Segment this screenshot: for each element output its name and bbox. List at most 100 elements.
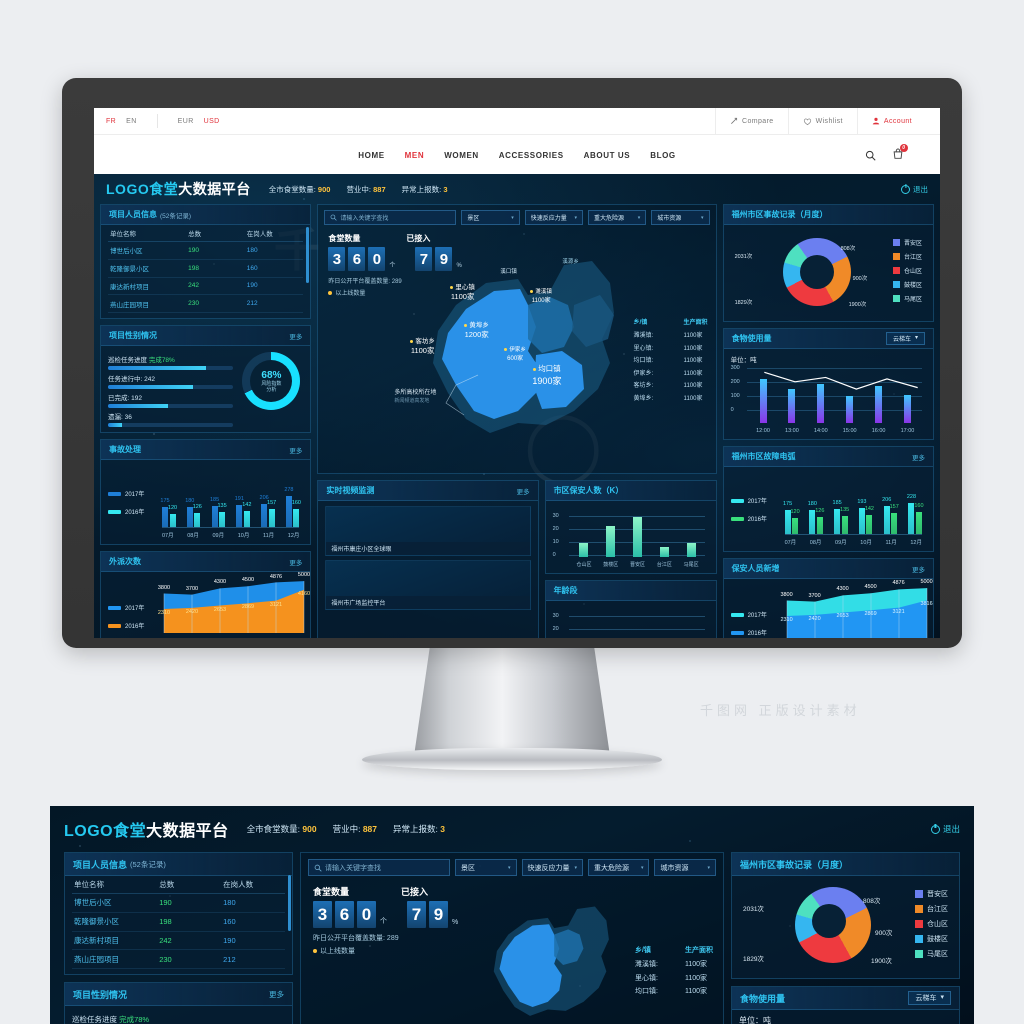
- nav-about-us[interactable]: ABOUT US: [584, 151, 631, 160]
- vehicle-dropdown[interactable]: 云梯车 ▾: [908, 991, 951, 1005]
- bar[interactable]: [686, 543, 696, 557]
- legend-item[interactable]: 仓山区: [892, 266, 922, 275]
- bar[interactable]: 206: [260, 495, 269, 528]
- strip-logout-button[interactable]: 退出: [930, 823, 960, 835]
- table-scrollbar[interactable]: [288, 875, 292, 931]
- filter-hazard[interactable]: 重大危险源 ▾: [588, 859, 650, 876]
- more-link[interactable]: 更多: [289, 331, 302, 341]
- y-tick: 20: [552, 626, 559, 632]
- logout-button[interactable]: 退出: [901, 184, 928, 195]
- filter-scenic[interactable]: 景区 ▾: [461, 210, 520, 225]
- search-input[interactable]: 请输入关键字查找: [308, 859, 451, 876]
- legend-item[interactable]: 晋安区: [892, 238, 922, 247]
- bar[interactable]: 157: [890, 504, 899, 534]
- lang-en[interactable]: EN: [126, 118, 137, 125]
- card-body: 单位名称 总数 在岗人数 博世后小区 190 180 乾隆御景小区 198 160 康达新村…: [65, 876, 292, 974]
- legend-item[interactable]: 鼓楼区: [892, 280, 922, 289]
- bar[interactable]: 126: [193, 504, 202, 528]
- x-tick: 仓山区: [576, 562, 592, 568]
- more-link[interactable]: 更多: [517, 486, 530, 496]
- card-header: 福州市区事故记录（月度）: [731, 853, 959, 876]
- more-link[interactable]: 更多: [912, 452, 925, 462]
- currency-eur[interactable]: EUR: [178, 118, 194, 125]
- strip-region-map[interactable]: [451, 895, 651, 1024]
- bar[interactable]: 135: [217, 503, 227, 528]
- bar[interactable]: 142: [865, 506, 874, 534]
- bar[interactable]: 142: [242, 502, 251, 528]
- nav-women[interactable]: WOMEN: [444, 151, 479, 160]
- bar[interactable]: [606, 525, 616, 557]
- video-feed[interactable]: 福州市康庄小区全球眼: [325, 506, 531, 556]
- legend-item[interactable]: 台江区: [892, 252, 922, 261]
- more-link[interactable]: 更多: [269, 989, 284, 1000]
- cart-button[interactable]: 0: [892, 144, 908, 162]
- chart-unit-label: 单位：吨: [730, 357, 757, 364]
- bar[interactable]: 206: [882, 497, 891, 534]
- nav-accessories[interactable]: ACCESSORIES: [499, 151, 564, 160]
- card-body: 单位：吨: [732, 1010, 959, 1024]
- chart-legend: 2017年 2016年: [108, 489, 144, 525]
- more-link[interactable]: 更多: [912, 564, 925, 574]
- account-link[interactable]: Account: [856, 108, 926, 134]
- filter-rapid-response[interactable]: 快速反应力量 ▾: [524, 210, 583, 225]
- wishlist-link[interactable]: Wishlist: [787, 108, 857, 134]
- bar[interactable]: 160: [914, 503, 924, 534]
- bar[interactable]: 191: [235, 496, 244, 528]
- bar[interactable]: [633, 516, 643, 557]
- bar-value: 180: [185, 497, 195, 504]
- filter-city-resource[interactable]: 城市资源 ▾: [654, 859, 716, 876]
- stat-total-canteens: 全市食堂数量: 900: [246, 824, 317, 834]
- card-title: 实时视频监测: [326, 486, 375, 495]
- bar[interactable]: 120: [168, 505, 177, 528]
- more-link[interactable]: 更多: [289, 445, 302, 455]
- donut-ring[interactable]: [794, 887, 871, 963]
- bar[interactable]: 126: [815, 508, 824, 534]
- video-feed[interactable]: 福州市广场监控平台: [325, 560, 531, 610]
- legend-item[interactable]: 鼓楼区: [915, 934, 948, 944]
- table-row[interactable]: 康达新村项目 242 190: [108, 277, 304, 296]
- filter-scenic[interactable]: 景区 ▾: [455, 859, 517, 876]
- bar[interactable]: 135: [840, 507, 849, 534]
- chart-bars: 175 120 180 126 185 135 193 142 206 157 228 160: [783, 476, 924, 534]
- food-usage-card: 食物使用量 云梯车 ▾ 单位：吨 300 200 100 0 12:00 13:00 14:0…: [722, 328, 934, 440]
- bar[interactable]: [659, 546, 669, 557]
- nav-home[interactable]: HOME: [358, 151, 384, 160]
- filter-hazard[interactable]: 重大危险源 ▾: [587, 210, 647, 225]
- compare-link[interactable]: Compare: [715, 108, 788, 134]
- legend-item[interactable]: 台江区: [915, 904, 948, 914]
- bar[interactable]: 185: [210, 497, 219, 528]
- counter-unit: 个: [380, 918, 388, 925]
- vehicle-dropdown[interactable]: 云梯车 ▾: [885, 332, 925, 345]
- legend-item[interactable]: 马尾区: [892, 294, 922, 303]
- bar[interactable]: [579, 543, 589, 557]
- filter-city-resource[interactable]: 城市资源 ▾: [651, 210, 710, 225]
- nav-men[interactable]: MEN: [405, 151, 425, 160]
- bar[interactable]: 160: [292, 500, 301, 528]
- table-row[interactable]: 乾隆御景小区 198 160: [108, 259, 304, 278]
- more-link[interactable]: 更多: [289, 557, 302, 567]
- nav-blog[interactable]: BLOG: [650, 151, 676, 160]
- bar[interactable]: 120: [790, 509, 800, 534]
- monitor-stand-base: [362, 748, 662, 770]
- search-icon[interactable]: [865, 150, 876, 161]
- bar-group: 180 126: [808, 501, 824, 534]
- lang-fr[interactable]: FR: [106, 118, 116, 125]
- currency-usd[interactable]: USD: [204, 118, 220, 125]
- search-placeholder: 请输入关键字查找: [340, 216, 389, 222]
- bar[interactable]: 157: [267, 500, 276, 528]
- table-scrollbar[interactable]: [306, 227, 310, 283]
- table-row[interactable]: 燕山庄园项目 230 212: [108, 294, 304, 314]
- search-input[interactable]: 请输入关键字查找: [324, 210, 457, 225]
- y-tick: 100: [730, 393, 740, 399]
- progress-label: 巡检任务进度 完成78%: [108, 357, 175, 365]
- area-svg: [786, 588, 927, 638]
- table-row[interactable]: 博世后小区 190 180: [108, 241, 304, 260]
- bar-group: 175 120: [783, 501, 800, 534]
- legend-item[interactable]: 仓山区: [915, 919, 948, 929]
- bar-value: 126: [192, 503, 202, 510]
- filter-rapid-response[interactable]: 快速反应力量 ▾: [521, 859, 583, 876]
- legend-item[interactable]: 马尾区: [915, 949, 948, 959]
- legend-item[interactable]: 晋安区: [915, 889, 948, 899]
- bar-value: 120: [167, 504, 178, 511]
- card-body: 302010018-2425-3435-4950-55未登记: [546, 601, 716, 638]
